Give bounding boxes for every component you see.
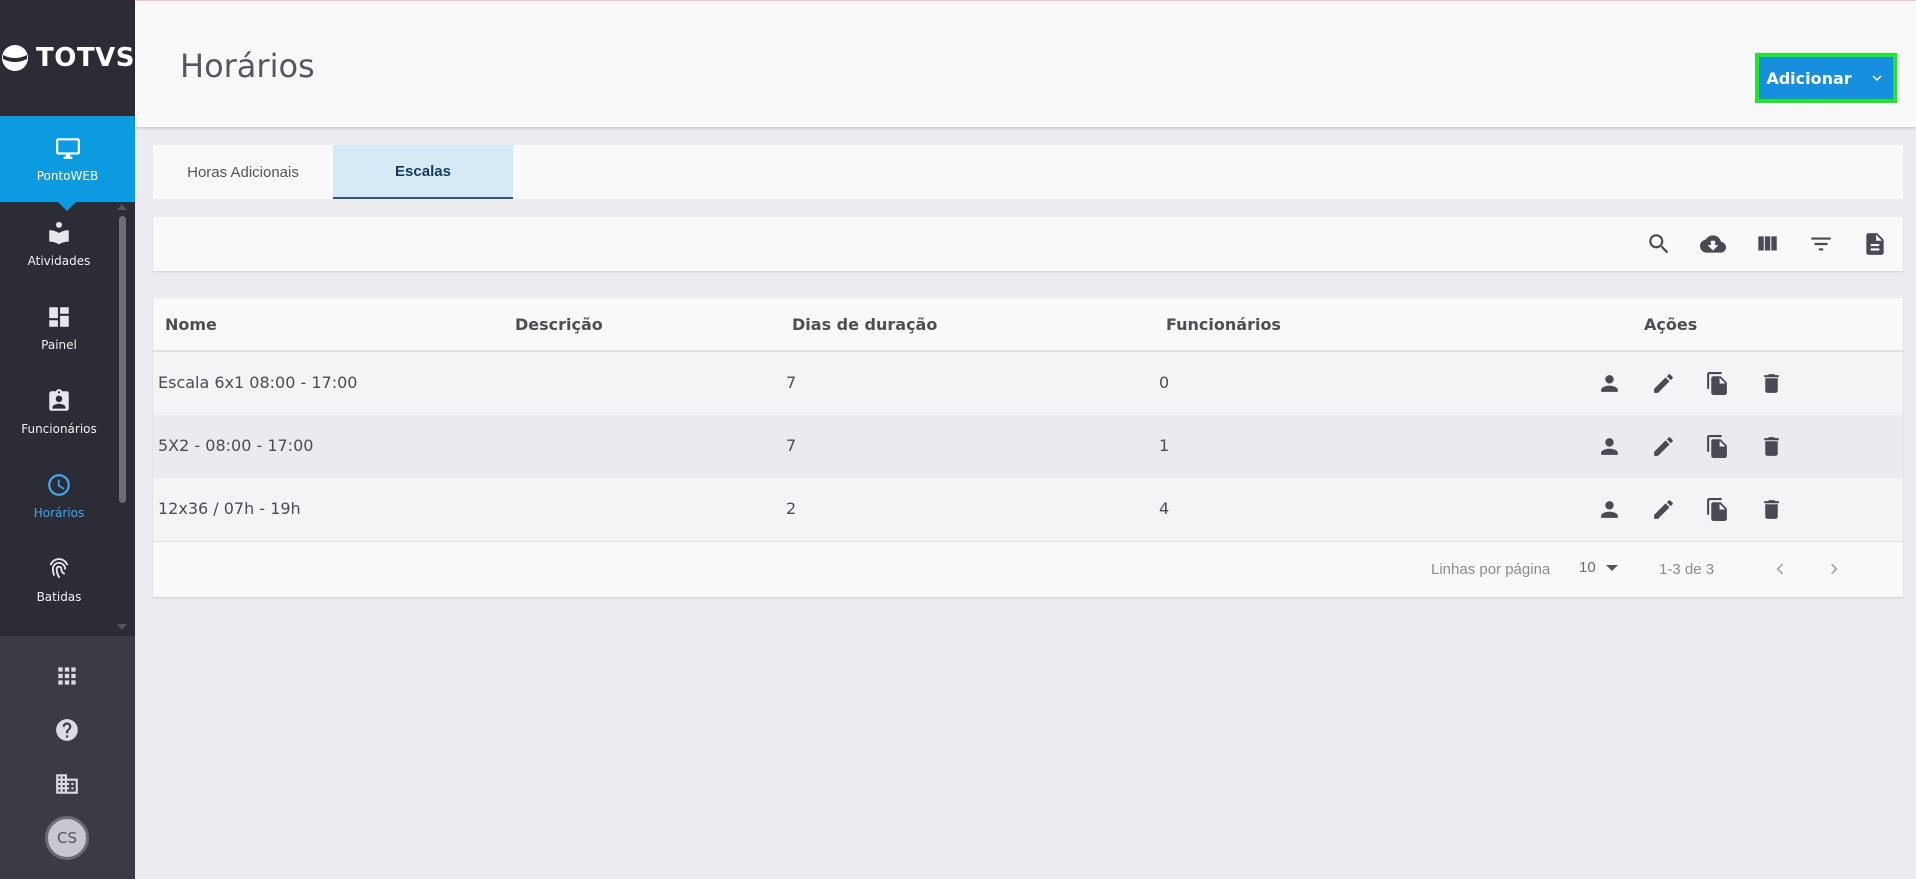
dashboard-icon (49, 307, 69, 327)
cell-nome: 12x36 / 07h - 19h (158, 499, 301, 518)
column-header-acoes: Ações (1644, 315, 1698, 334)
person-icon[interactable] (1595, 432, 1623, 460)
cell-dias: 7 (786, 436, 797, 455)
delete-icon[interactable] (1757, 369, 1785, 397)
escalas-table: Nome Descrição Dias de duração Funcionár… (153, 298, 1903, 597)
cell-dias: 2 (786, 499, 797, 518)
column-header-funcionarios[interactable]: Funcionários (1166, 315, 1281, 334)
cell-funcionarios: 1 (1159, 436, 1170, 455)
person-icon[interactable] (1595, 495, 1623, 523)
sidebar-scrollbar[interactable] (119, 216, 126, 503)
pagination-range: 1-3 de 3 (1659, 561, 1715, 578)
nav-item-funcionarios[interactable]: Funcionários (0, 370, 118, 454)
fingerprint-icon (49, 558, 69, 579)
tab-bar: Horas Adicionais Escalas (153, 145, 1903, 199)
nav-item-label: Atividades (27, 254, 91, 268)
edit-icon[interactable] (1649, 369, 1677, 397)
download-cloud-icon[interactable] (1699, 230, 1727, 258)
sidebar: TOTVS PontoWEB Atividades Painel Funcion… (0, 0, 135, 879)
column-header-nome[interactable]: Nome (165, 315, 217, 334)
chevron-down-icon (1872, 75, 1882, 81)
rows-per-page-label: Linhas por página (1431, 561, 1551, 578)
nav-item-label: Painel (41, 338, 77, 352)
nav-list: Atividades Painel Funcionários Horários … (0, 202, 118, 622)
report-icon[interactable] (1861, 230, 1889, 258)
nav-item-atividades[interactable]: Atividades (0, 202, 118, 286)
nav-item-label: Horários (33, 506, 85, 520)
scroll-up-arrow[interactable] (117, 204, 127, 210)
prev-page-icon[interactable] (1767, 556, 1793, 582)
cell-nome: Escala 6x1 08:00 - 17:00 (158, 373, 358, 392)
tab-escalas[interactable]: Escalas (333, 145, 513, 199)
edit-icon[interactable] (1649, 432, 1677, 460)
filter-icon[interactable] (1807, 230, 1835, 258)
copy-icon[interactable] (1703, 495, 1731, 523)
table-header: Nome Descrição Dias de duração Funcionár… (153, 298, 1903, 352)
columns-icon[interactable] (1753, 230, 1781, 258)
column-header-descricao[interactable]: Descrição (515, 315, 603, 334)
help-icon[interactable] (52, 715, 82, 745)
badge-icon (49, 389, 69, 411)
delete-icon[interactable] (1757, 432, 1785, 460)
nav-item-pontoweb[interactable]: PontoWEB (0, 116, 135, 211)
monitor-icon (55, 138, 80, 159)
caret-down-icon (1605, 564, 1618, 571)
copy-icon[interactable] (1703, 369, 1731, 397)
rows-per-page-select[interactable]: 10 (1579, 559, 1618, 576)
totvs-logo-icon (2, 45, 29, 71)
table-row[interactable]: 12x36 / 07h - 19h 2 4 (153, 478, 1903, 541)
rows-per-page-value: 10 (1579, 559, 1596, 576)
add-button[interactable]: Adicionar (1755, 53, 1897, 103)
delete-icon[interactable] (1757, 495, 1785, 523)
page-title: Horários (180, 47, 315, 85)
nav-item-horarios[interactable]: Horários (0, 454, 118, 538)
scroll-down-arrow[interactable] (117, 624, 127, 630)
totvs-logo[interactable]: TOTVS (0, 0, 135, 116)
nav-item-label: Batidas (36, 590, 82, 604)
column-header-dias[interactable]: Dias de duração (792, 315, 937, 334)
clock-icon (48, 474, 70, 496)
user-avatar[interactable]: CS (45, 816, 89, 860)
next-page-icon[interactable] (1821, 556, 1847, 582)
tab-horas-adicionais[interactable]: Horas Adicionais (153, 145, 333, 199)
table-toolbar (153, 217, 1903, 271)
apps-grid-icon[interactable] (52, 661, 82, 691)
nav-item-batidas[interactable]: Batidas (0, 538, 118, 622)
cell-nome: 5X2 - 08:00 - 17:00 (158, 436, 314, 455)
nav-item-label: PontoWEB (36, 169, 99, 183)
add-button-label: Adicionar (1766, 68, 1852, 88)
cell-funcionarios: 0 (1159, 373, 1170, 392)
person-icon[interactable] (1595, 369, 1623, 397)
table-row[interactable]: Escala 6x1 08:00 - 17:00 7 0 (153, 352, 1903, 415)
nav-item-painel[interactable]: Painel (0, 286, 118, 370)
cell-funcionarios: 4 (1159, 499, 1170, 518)
copy-icon[interactable] (1703, 432, 1731, 460)
reading-icon (49, 221, 69, 245)
building-icon[interactable] (52, 769, 82, 799)
nav-item-label: Funcionários (21, 422, 97, 436)
search-icon[interactable] (1645, 230, 1673, 258)
edit-icon[interactable] (1649, 495, 1677, 523)
page-header: Horários Adicionar (135, 0, 1916, 127)
cell-dias: 7 (786, 373, 797, 392)
logo-text: TOTVS (36, 43, 135, 73)
table-pagination: Linhas por página 10 1-3 de 3 (153, 541, 1903, 597)
table-row[interactable]: 5X2 - 08:00 - 17:00 7 1 (153, 415, 1903, 478)
